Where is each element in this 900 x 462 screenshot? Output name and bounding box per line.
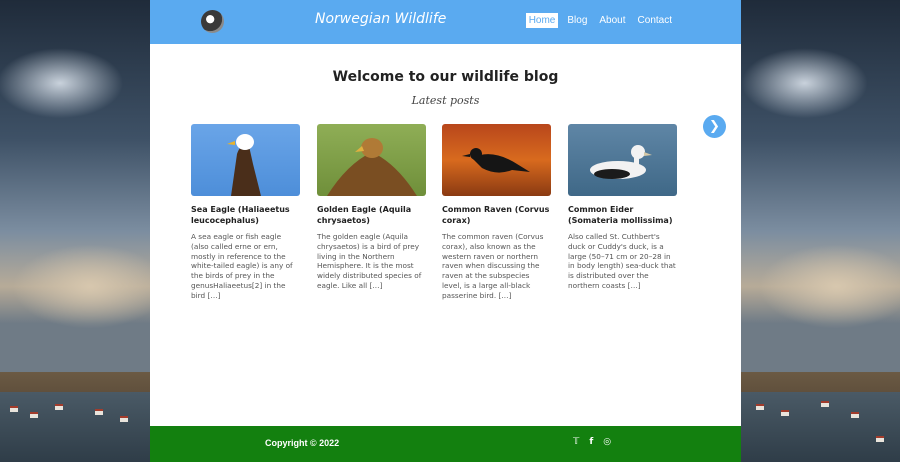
post-excerpt: A sea eagle or fish eagle (also called e…: [191, 232, 293, 300]
nav-blog[interactable]: Blog: [564, 13, 590, 28]
instagram-icon[interactable]: ◎: [603, 437, 611, 447]
post-image-common-eider[interactable]: [568, 124, 677, 196]
page-container: Norwegian Wildlife Home Blog About Conta…: [150, 0, 741, 462]
page-title: Welcome to our wildlife blog: [332, 69, 559, 85]
site-header: Norwegian Wildlife Home Blog About Conta…: [150, 0, 741, 44]
site-footer: Copyright © 2022 𝕋 f ◎: [150, 426, 741, 462]
post-excerpt: The common raven (Corvus corax), also kn…: [442, 232, 544, 300]
post-title[interactable]: Sea Eagle (Haliaeetus leucocephalus): [191, 204, 300, 226]
post-image-sea-eagle[interactable]: [191, 124, 300, 196]
carousel-next-button[interactable]: ❯: [703, 115, 726, 138]
nav-about[interactable]: About: [596, 13, 628, 28]
post-card-common-raven[interactable]: Common Raven (Corvus corax) The common r…: [442, 124, 551, 314]
post-card-sea-eagle[interactable]: Sea Eagle (Haliaeetus leucocephalus) A s…: [191, 124, 300, 314]
post-excerpt: Also called St. Cuthbert's duck or Cuddy…: [568, 232, 676, 290]
site-title[interactable]: Norwegian Wildlife: [315, 11, 446, 27]
nav-contact[interactable]: Contact: [635, 13, 675, 28]
post-title[interactable]: Common Eider (Somateria mollissima): [568, 204, 677, 226]
post-title[interactable]: Golden Eagle (Aquila chrysaetos): [317, 204, 426, 226]
background-scenery-left: [0, 0, 150, 462]
page-subtitle: Latest posts: [411, 94, 480, 107]
post-excerpt: The golden eagle (Aquila chrysaetos) is …: [317, 232, 422, 290]
post-card-golden-eagle[interactable]: Golden Eagle (Aquila chrysaetos) The gol…: [317, 124, 426, 314]
post-card-common-eider[interactable]: Common Eider (Somateria mollissima) Also…: [568, 124, 677, 314]
background-scenery-right: [741, 0, 900, 462]
chevron-right-icon: ❯: [709, 119, 720, 134]
facebook-icon[interactable]: f: [589, 437, 593, 447]
post-title[interactable]: Common Raven (Corvus corax): [442, 204, 551, 226]
twitter-icon[interactable]: 𝕋: [573, 437, 579, 447]
post-image-common-raven[interactable]: [442, 124, 551, 196]
copyright-text: Copyright © 2022: [265, 438, 340, 448]
main-nav: Home Blog About Contact: [525, 13, 675, 28]
wildlife-logo-icon[interactable]: [201, 10, 224, 33]
post-image-golden-eagle[interactable]: [317, 124, 426, 196]
social-links: 𝕋 f ◎: [573, 437, 611, 447]
nav-home[interactable]: Home: [525, 13, 559, 28]
